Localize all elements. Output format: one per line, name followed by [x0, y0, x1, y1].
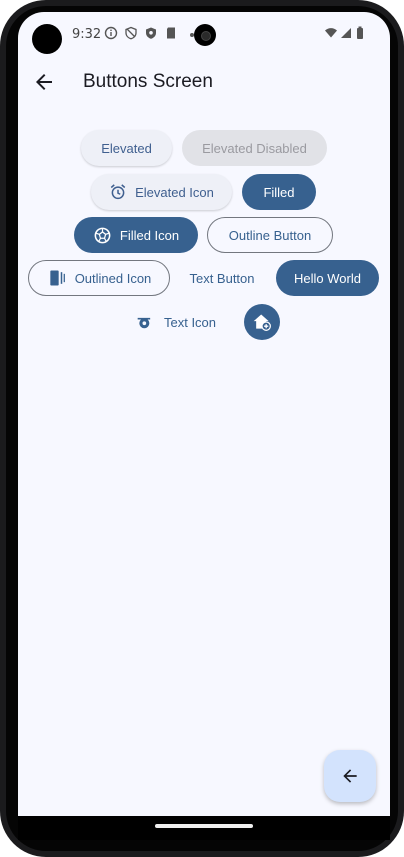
soccer-ball-icon: [94, 227, 111, 243]
hello-world-button[interactable]: Hello World: [276, 260, 379, 296]
elevated-icon-button[interactable]: Elevated Icon: [91, 174, 232, 210]
page-title: Buttons Screen: [83, 71, 213, 92]
battery-icon: [357, 26, 363, 39]
back-fab[interactable]: [324, 750, 376, 802]
elevated-disabled-button: Elevated Disabled: [182, 130, 327, 166]
camera-lens: [194, 24, 216, 46]
text-button[interactable]: Text Button: [178, 260, 266, 296]
app-screen: 9:32 Buttons Screen Elevated Elevated Di…: [18, 12, 390, 816]
filled-button-label: Filled: [263, 184, 295, 200]
elevated-disabled-label: Elevated Disabled: [202, 140, 307, 156]
status-time: 9:32: [72, 27, 102, 42]
outlined-icon-button[interactable]: Outlined Icon: [28, 260, 170, 296]
shield-off-icon: [125, 26, 137, 40]
outlined-icon-label: Outlined Icon: [74, 270, 152, 286]
sd-card-icon: [167, 27, 175, 39]
add-home-icon: [253, 314, 271, 331]
elevated-button[interactable]: Elevated: [81, 130, 172, 166]
status-bar: 9:32: [18, 12, 390, 54]
whistle-icon: [137, 317, 151, 329]
app-bar: Buttons Screen: [18, 60, 390, 106]
outline-button-label: Outline Button: [228, 227, 312, 243]
filled-icon-label: Filled Icon: [119, 227, 180, 243]
door-icon: [50, 270, 65, 286]
text-icon-button[interactable]: Text Icon: [126, 304, 226, 340]
elevated-button-label: Elevated: [101, 140, 152, 156]
shield-icon: [146, 27, 156, 39]
add-home-icon-button[interactable]: [244, 304, 280, 340]
alarm-icon: [110, 184, 126, 200]
back-arrow-icon[interactable]: [32, 70, 56, 94]
outline-button[interactable]: Outline Button: [207, 217, 333, 253]
text-button-label: Text Button: [189, 270, 255, 286]
system-nav-bar: [18, 816, 390, 840]
hello-world-label: Hello World: [294, 270, 361, 286]
wifi-icon: [325, 28, 337, 38]
filled-button[interactable]: Filled: [242, 174, 316, 210]
info-icon: [104, 26, 118, 40]
front-camera-cutout: [32, 24, 62, 54]
home-gesture-handle[interactable]: [155, 824, 253, 828]
elevated-icon-label: Elevated Icon: [135, 184, 214, 200]
arrow-back-icon: [343, 769, 357, 783]
text-icon-label: Text Icon: [163, 314, 217, 330]
signal-icon: [341, 28, 351, 38]
filled-icon-button[interactable]: Filled Icon: [74, 217, 198, 253]
